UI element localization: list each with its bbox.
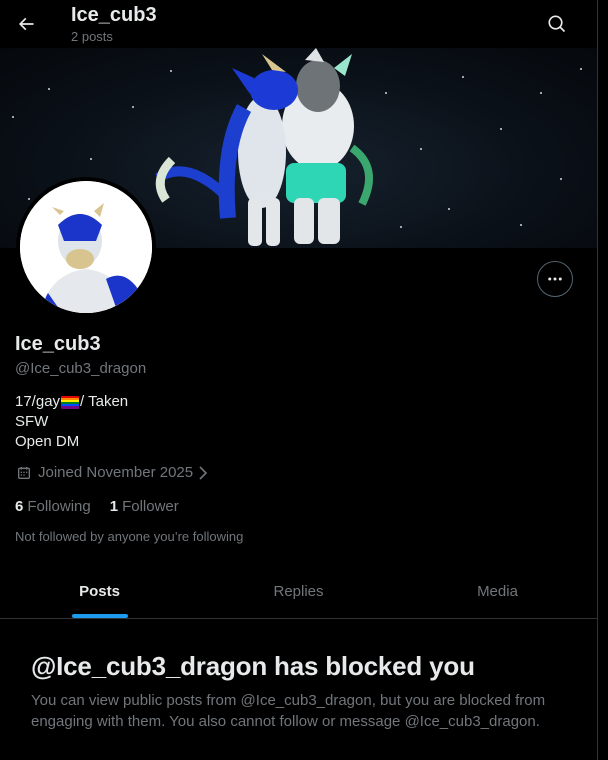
display-name: Ice_cub3 bbox=[15, 333, 101, 355]
rainbow-flag-icon bbox=[61, 395, 80, 409]
page-edge bbox=[597, 0, 608, 760]
profile-page: Ice_cub3 2 posts Ice_cub3 @Ice_cub3_drag… bbox=[0, 0, 597, 760]
following-link[interactable]: 6 Following bbox=[15, 498, 91, 515]
arrow-left-icon bbox=[18, 17, 34, 31]
tab-media[interactable]: Media bbox=[398, 565, 597, 618]
active-tab-indicator bbox=[71, 614, 128, 618]
joined-date[interactable]: Joined November 2025 bbox=[16, 464, 215, 481]
back-button[interactable] bbox=[8, 6, 44, 42]
profile-bio: 17/gay / Taken SFW Open DM bbox=[15, 392, 128, 452]
header-title: Ice_cub3 bbox=[71, 4, 157, 26]
followed-by-info: Not followed by anyone you’re following bbox=[15, 529, 244, 544]
search-icon bbox=[548, 15, 566, 33]
search-button[interactable] bbox=[539, 6, 575, 42]
more-dots-icon bbox=[548, 277, 562, 281]
tab-replies[interactable]: Replies bbox=[199, 565, 398, 618]
profile-avatar[interactable] bbox=[16, 177, 156, 317]
calendar-icon bbox=[18, 466, 30, 479]
blocked-message: You can view public posts from @Ice_cub3… bbox=[31, 692, 546, 730]
chevron-right-icon bbox=[199, 465, 208, 480]
more-options-button[interactable] bbox=[537, 261, 573, 297]
bio-line-1: 17/gay / Taken bbox=[15, 393, 129, 410]
blocked-title: @Ice_cub3_dragon has blocked you bbox=[31, 651, 475, 681]
profile-tabs: Posts Replies Media bbox=[0, 565, 597, 619]
user-handle: @Ice_cub3_dragon bbox=[15, 360, 147, 377]
avatar-image bbox=[20, 181, 152, 313]
follow-stats: 6 Following 1 Follower bbox=[15, 498, 198, 515]
bio-line-2: SFW bbox=[15, 413, 49, 430]
tab-posts[interactable]: Posts bbox=[0, 565, 199, 618]
post-count: 2 posts bbox=[71, 29, 113, 44]
top-bar: Ice_cub3 2 posts bbox=[0, 0, 597, 48]
bio-line-3: Open DM bbox=[15, 433, 80, 450]
followers-link[interactable]: 1 Follower bbox=[110, 498, 179, 515]
